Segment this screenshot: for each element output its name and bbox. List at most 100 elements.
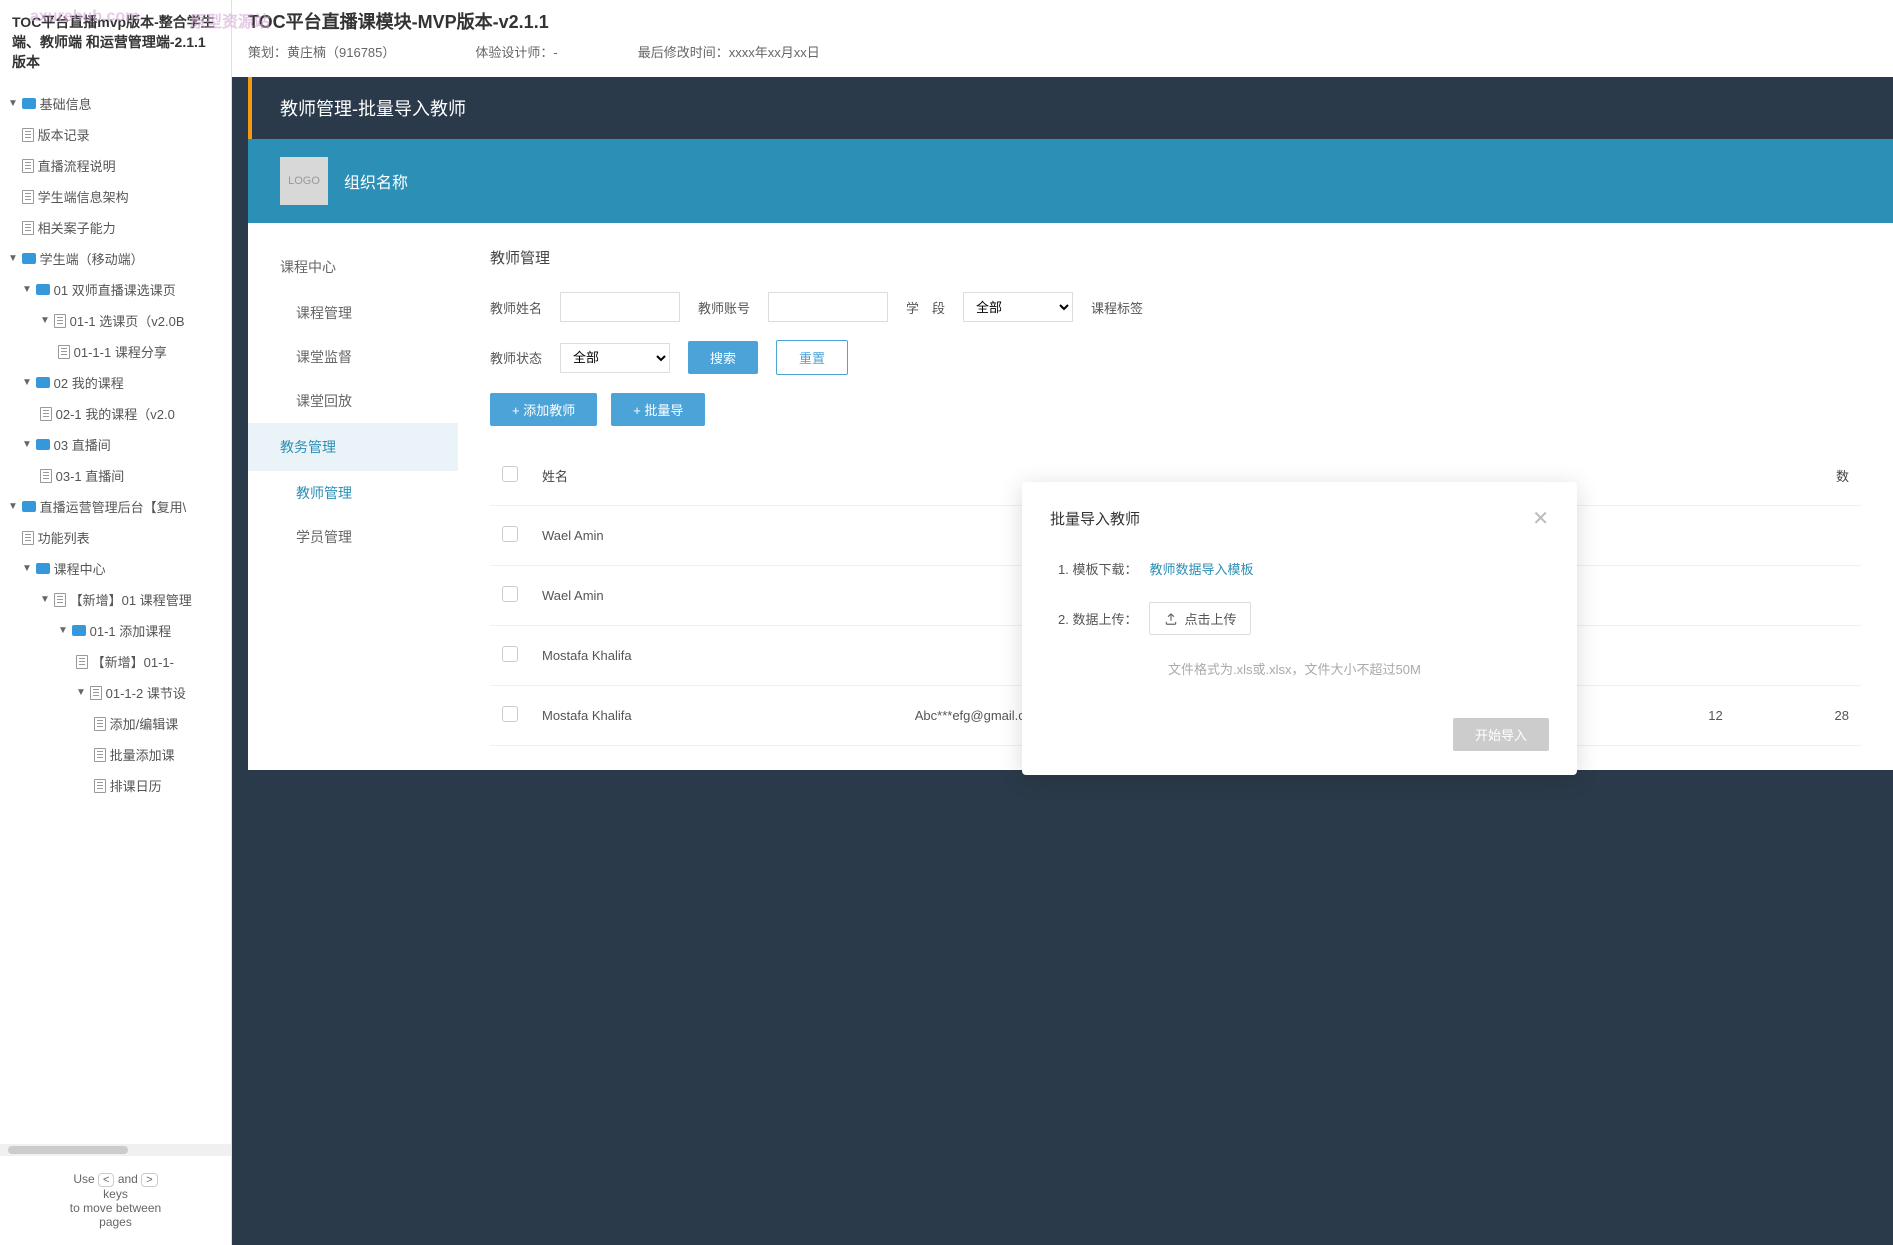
row-checkbox[interactable] [502,586,518,602]
tree-doc[interactable]: 学生端信息架构 [0,181,231,212]
row-checkbox[interactable] [502,646,518,662]
tree-doc[interactable]: 直播流程说明 [0,150,231,181]
tree-folder[interactable]: ▼ 课程中心 [0,553,231,584]
tree-folder[interactable]: ▼ 01 双师直播课选课页 [0,274,231,305]
tree-doc[interactable]: 添加/编辑课 [0,708,231,739]
doc-title: TOC平台直播课模块-MVP版本-v2.1.1 [248,8,1877,34]
doc-icon [94,748,106,762]
sidebar-scrollbar[interactable] [0,1144,231,1156]
tree-doc[interactable]: 功能列表 [0,522,231,553]
filter-status-select[interactable]: 全部 [560,343,670,373]
doc-icon [22,221,34,235]
watermark-2: 原型资源站 [190,8,270,32]
app-topbar: LOGO 组织名称 [248,139,1893,223]
doc-icon [40,469,52,483]
step2-label: 2. 数据上传： [1058,609,1137,628]
meta-modified-value: xxxx年xx月xx日 [729,45,820,60]
step1-label: 1. 模板下载： [1058,559,1137,578]
th-name: 姓名 [530,446,903,506]
tree-folder[interactable]: ▼ 01-1 添加课程 [0,615,231,646]
page-banner: 教师管理-批量导入教师 [248,77,1893,139]
tree-doc[interactable]: 02-1 我的课程（v2.0 [0,398,231,429]
filter-tag-label: 课程标签 [1091,298,1143,317]
key-prev-icon: < [98,1173,114,1187]
app-nav: 课程中心 课程管理 课堂监督 课堂回放 教务管理 教师管理 学员管理 [248,223,458,770]
keyboard-hint: Use < and > keys to move between pages [0,1156,231,1245]
tree-doc[interactable]: 相关案子能力 [0,212,231,243]
meta-planner-value: 黄庄楠（916785） [287,45,395,60]
folder-icon [22,501,36,512]
folder-icon [36,284,50,295]
doc-icon [22,159,34,173]
watermark-1: axurehub.com [30,8,139,26]
folder-icon [36,377,50,388]
row-checkbox[interactable] [502,526,518,542]
search-button[interactable]: 搜索 [688,341,758,374]
meta-modified-label: 最后修改时间： [638,45,729,60]
doc-icon [94,779,106,793]
doc-icon [76,655,88,669]
tree-doc[interactable]: ▼ 01-1-2 课节设 [0,677,231,708]
nav-class-replay[interactable]: 课堂回放 [248,379,458,423]
key-next-icon: > [141,1173,157,1187]
folder-icon [72,625,86,636]
folder-icon [22,253,36,264]
tree-doc[interactable]: 【新增】01-1- [0,646,231,677]
doc-icon [40,407,52,421]
doc-icon [22,190,34,204]
logo-placeholder: LOGO [280,157,328,205]
upload-icon [1164,612,1178,626]
tree-folder-student[interactable]: ▼ 学生端（移动端） [0,243,231,274]
start-import-button[interactable]: 开始导入 [1453,718,1549,751]
tree-doc[interactable]: 批量添加课 [0,739,231,770]
filter-account-label: 教师账号 [698,298,750,317]
tree-folder-admin[interactable]: ▼ 直播运营管理后台【复用\ [0,491,231,522]
nav-course-center[interactable]: 课程中心 [248,243,458,291]
filter-grade-label: 学 段 [906,298,945,317]
reset-button[interactable]: 重置 [776,340,848,375]
doc-header: TOC平台直播课模块-MVP版本-v2.1.1 策划：黄庄楠（916785） 体… [232,0,1893,77]
close-icon[interactable]: ✕ [1532,506,1549,531]
main-area: TOC平台直播课模块-MVP版本-v2.1.1 策划：黄庄楠（916785） 体… [232,0,1893,1245]
nav-course-mgmt[interactable]: 课程管理 [248,291,458,335]
meta-designer-value: - [553,45,557,60]
nav-student-mgmt[interactable]: 学员管理 [248,515,458,559]
upload-hint: 文件格式为.xls或.xlsx，文件大小不超过50M [1050,659,1549,678]
tree-doc[interactable]: 03-1 直播间 [0,460,231,491]
import-modal: 批量导入教师 ✕ 1. 模板下载： 教师数据导入模板 2. 数据上传： 点击上传… [1022,482,1577,775]
folder-icon [36,563,50,574]
filter-grade-select[interactable]: 全部 [963,292,1073,322]
tree-doc[interactable]: ▼ 01-1 选课页（v2.0B [0,305,231,336]
page-tree[interactable]: ▼ 基础信息 版本记录 直播流程说明 学生端信息架构 相关案子能力 ▼ 学生端（… [0,84,231,1144]
doc-icon [54,314,66,328]
tree-doc[interactable]: ▼ 【新增】01 课程管理 [0,584,231,615]
tree-doc[interactable]: 版本记录 [0,119,231,150]
doc-icon [58,345,70,359]
tree-folder-basic[interactable]: ▼ 基础信息 [0,88,231,119]
doc-icon [22,531,34,545]
tree-folder[interactable]: ▼ 03 直播间 [0,429,231,460]
org-name: 组织名称 [344,169,408,193]
nav-academic-mgmt[interactable]: 教务管理 [248,423,458,471]
nav-teacher-mgmt[interactable]: 教师管理 [248,471,458,515]
nav-class-monitor[interactable]: 课堂监督 [248,335,458,379]
tree-folder[interactable]: ▼ 02 我的课程 [0,367,231,398]
prototype-canvas: 教师管理-批量导入教师 LOGO 组织名称 课程中心 课程管理 课堂监督 课堂回… [232,77,1893,1245]
tree-doc[interactable]: 排课日历 [0,770,231,801]
upload-button[interactable]: 点击上传 [1149,602,1251,635]
doc-icon [90,686,102,700]
doc-icon [54,593,66,607]
filter-name-input[interactable] [560,292,680,322]
row-checkbox[interactable] [502,706,518,722]
filter-status-label: 教师状态 [490,348,542,367]
tree-doc[interactable]: 01-1-1 课程分享 [0,336,231,367]
folder-icon [22,98,36,109]
checkbox-all[interactable] [502,466,518,482]
import-teacher-button[interactable]: + 批量导 [611,393,705,426]
template-download-link[interactable]: 教师数据导入模板 [1149,559,1253,578]
modal-title: 批量导入教师 [1050,508,1140,529]
filter-account-input[interactable] [768,292,888,322]
filter-name-label: 教师姓名 [490,298,542,317]
add-teacher-button[interactable]: + 添加教师 [490,393,597,426]
folder-icon [36,439,50,450]
